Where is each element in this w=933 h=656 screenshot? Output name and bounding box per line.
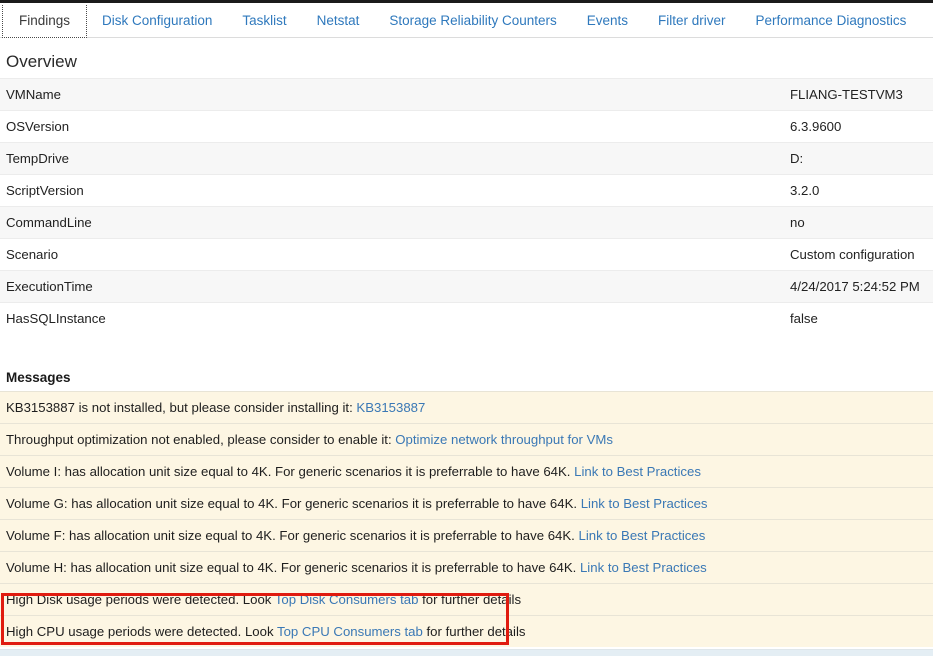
tab-storage-reliability-counters[interactable]: Storage Reliability Counters: [374, 3, 571, 38]
tab-bar: FindingsDisk ConfigurationTasklistNetsta…: [0, 3, 933, 38]
tab-performance-diagnostics[interactable]: Performance Diagnostics: [741, 3, 922, 38]
overview-key: Scenario: [0, 239, 788, 271]
tab-tasklist[interactable]: Tasklist: [227, 3, 301, 38]
message-link[interactable]: Link to Best Practices: [580, 560, 707, 575]
overview-row: ExecutionTime4/24/2017 5:24:52 PM: [0, 271, 933, 303]
message-text-pre: Volume F: has allocation unit size equal…: [6, 528, 579, 543]
message-link[interactable]: Optimize network throughput for VMs: [395, 432, 613, 447]
overview-row: HasSQLInstancefalse: [0, 303, 933, 335]
overview-value: no: [788, 207, 933, 239]
message-text-pre: Volume H: has allocation unit size equal…: [6, 560, 580, 575]
message-row: Volume I: has allocation unit size equal…: [0, 456, 933, 488]
message-cell: Volume F: has allocation unit size equal…: [0, 520, 933, 552]
message-cell: High CPU usage periods were detected. Lo…: [0, 616, 933, 648]
message-text-pre: Volume G: has allocation unit size equal…: [6, 496, 581, 511]
tab-disk-configuration[interactable]: Disk Configuration: [87, 3, 227, 38]
overview-key: VMName: [0, 79, 788, 111]
message-link[interactable]: Link to Best Practices: [581, 496, 708, 511]
messages-title: Messages: [6, 370, 933, 385]
message-cell: High Disk usage periods were detected. L…: [0, 584, 933, 616]
content-area: Overview VMNameFLIANG-TESTVM3OSVersion6.…: [0, 38, 933, 647]
message-cell: Volume I: has allocation unit size equal…: [0, 456, 933, 488]
message-text-pre: High CPU usage periods were detected. Lo…: [6, 624, 277, 639]
message-row: Volume F: has allocation unit size equal…: [0, 520, 933, 552]
overview-key: HasSQLInstance: [0, 303, 788, 335]
message-text-post: for further details: [423, 624, 526, 639]
message-link[interactable]: Top Disk Consumers tab: [275, 592, 419, 607]
message-text-pre: High Disk usage periods were detected. L…: [6, 592, 275, 607]
message-link[interactable]: Link to Best Practices: [579, 528, 706, 543]
message-row: Throughput optimization not enabled, ple…: [0, 424, 933, 456]
message-row: KB3153887 is not installed, but please c…: [0, 392, 933, 424]
overview-row: CommandLineno: [0, 207, 933, 239]
message-text-pre: KB3153887 is not installed, but please c…: [6, 400, 356, 415]
message-cell: KB3153887 is not installed, but please c…: [0, 392, 933, 424]
message-cell: Throughput optimization not enabled, ple…: [0, 424, 933, 456]
message-row: High CPU usage periods were detected. Lo…: [0, 616, 933, 648]
message-row: Volume H: has allocation unit size equal…: [0, 552, 933, 584]
overview-key: OSVersion: [0, 111, 788, 143]
tab-events[interactable]: Events: [572, 3, 643, 38]
overview-value: FLIANG-TESTVM3: [788, 79, 933, 111]
overview-value: false: [788, 303, 933, 335]
overview-row: ScriptVersion3.2.0: [0, 175, 933, 207]
overview-row: OSVersion6.3.9600: [0, 111, 933, 143]
message-row: Volume G: has allocation unit size equal…: [0, 488, 933, 520]
overview-value: 3.2.0: [788, 175, 933, 207]
overview-row: TempDriveD:: [0, 143, 933, 175]
message-link[interactable]: KB3153887: [356, 400, 425, 415]
overview-value: 4/24/2017 5:24:52 PM: [788, 271, 933, 303]
overview-row: ScenarioCustom configuration: [0, 239, 933, 271]
tab-filter-driver[interactable]: Filter driver: [643, 3, 741, 38]
message-cell: Volume H: has allocation unit size equal…: [0, 552, 933, 584]
overview-key: ExecutionTime: [0, 271, 788, 303]
overview-value: D:: [788, 143, 933, 175]
overview-value: 6.3.9600: [788, 111, 933, 143]
message-text-pre: Throughput optimization not enabled, ple…: [6, 432, 395, 447]
messages-table: KB3153887 is not installed, but please c…: [0, 391, 933, 647]
message-row: High Disk usage periods were detected. L…: [0, 584, 933, 616]
overview-key: TempDrive: [0, 143, 788, 175]
overview-key: CommandLine: [0, 207, 788, 239]
page-title: Overview: [6, 52, 933, 72]
message-text-pre: Volume I: has allocation unit size equal…: [6, 464, 574, 479]
overview-table: VMNameFLIANG-TESTVM3OSVersion6.3.9600Tem…: [0, 78, 933, 334]
message-link[interactable]: Top CPU Consumers tab: [277, 624, 423, 639]
message-link[interactable]: Link to Best Practices: [574, 464, 701, 479]
message-cell: Volume G: has allocation unit size equal…: [0, 488, 933, 520]
message-text-post: for further details: [418, 592, 521, 607]
overview-row: VMNameFLIANG-TESTVM3: [0, 79, 933, 111]
overview-value: Custom configuration: [788, 239, 933, 271]
overview-key: ScriptVersion: [0, 175, 788, 207]
tab-findings[interactable]: Findings: [2, 3, 87, 38]
tab-netstat[interactable]: Netstat: [302, 3, 375, 38]
